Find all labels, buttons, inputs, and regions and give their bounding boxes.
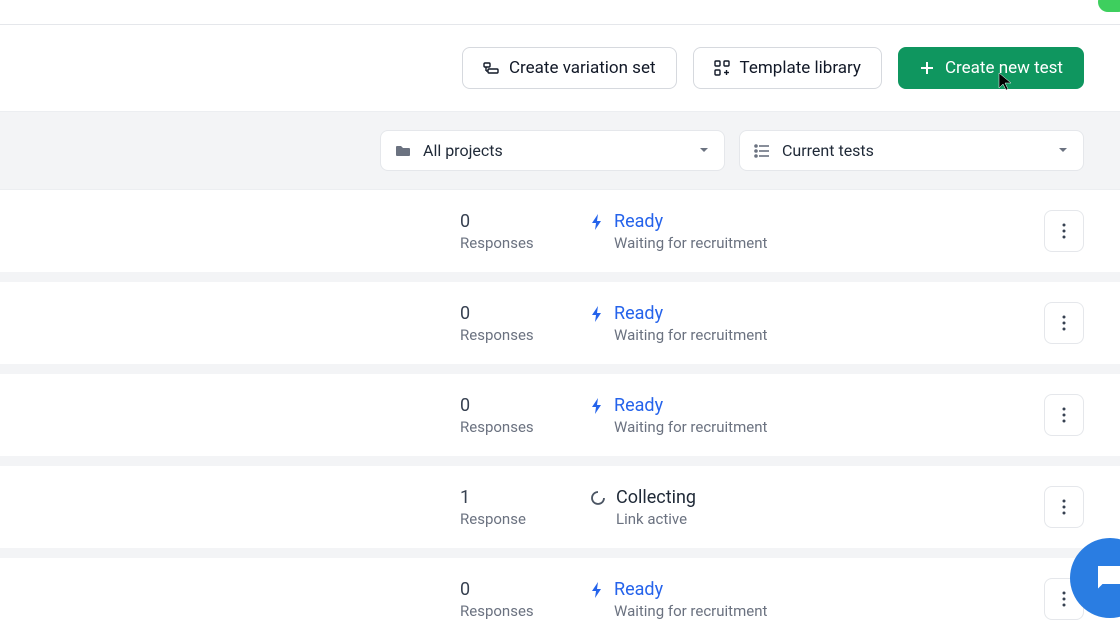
test-row: 0 Responses Ready Waiting for recruitmen…	[0, 374, 1120, 466]
projects-filter-label: All projects	[423, 141, 503, 160]
response-label: Responses	[460, 234, 590, 252]
responses-col: 0 Responses	[460, 211, 590, 252]
response-count: 1	[460, 487, 590, 508]
status-subtitle: Waiting for recruitment	[614, 602, 767, 620]
response-label: Responses	[460, 418, 590, 436]
filter-band: All projects Current tests	[0, 111, 1120, 190]
status-col: Ready Waiting for recruitment	[590, 303, 1044, 344]
create-variation-set-button[interactable]: Create variation set	[462, 47, 677, 89]
status-col: Ready Waiting for recruitment	[590, 579, 1044, 620]
response-count: 0	[460, 579, 590, 600]
response-count: 0	[460, 303, 590, 324]
status-title: Ready	[614, 395, 767, 416]
responses-col: 1 Response	[460, 487, 590, 528]
test-list: 0 Responses Ready Waiting for recruitmen…	[0, 190, 1120, 640]
variation-icon	[483, 60, 499, 76]
response-count: 0	[460, 211, 590, 232]
folder-icon	[395, 143, 411, 159]
view-filter-select[interactable]: Current tests	[739, 130, 1084, 171]
responses-col: 0 Responses	[460, 303, 590, 344]
lightning-icon	[590, 398, 604, 418]
response-label: Responses	[460, 602, 590, 620]
row-actions-button[interactable]	[1044, 486, 1084, 528]
status-subtitle: Link active	[616, 510, 696, 528]
corner-badge	[1098, 0, 1120, 12]
test-row: 0 Responses Ready Waiting for recruitmen…	[0, 282, 1120, 374]
template-library-button[interactable]: Template library	[693, 47, 882, 89]
status-title: Ready	[614, 579, 767, 600]
response-label: Responses	[460, 326, 590, 344]
template-library-label: Template library	[740, 58, 861, 78]
create-variation-set-label: Create variation set	[509, 58, 656, 78]
topbar	[0, 0, 1120, 25]
response-label: Response	[460, 510, 590, 528]
status-subtitle: Waiting for recruitment	[614, 326, 767, 344]
caret-down-icon	[698, 141, 710, 160]
create-new-test-label: Create new test	[945, 58, 1063, 78]
row-actions-button[interactable]	[1044, 394, 1084, 436]
projects-filter-select[interactable]: All projects	[380, 130, 725, 171]
status-title: Collecting	[616, 487, 696, 508]
view-filter-label: Current tests	[782, 141, 874, 160]
create-new-test-button[interactable]: Create new test	[898, 47, 1084, 89]
responses-col: 0 Responses	[460, 395, 590, 436]
status-subtitle: Waiting for recruitment	[614, 234, 767, 252]
responses-col: 0 Responses	[460, 579, 590, 620]
caret-down-icon	[1057, 141, 1069, 160]
list-icon	[754, 143, 770, 159]
row-actions-button[interactable]	[1044, 210, 1084, 252]
response-count: 0	[460, 395, 590, 416]
plus-icon	[919, 60, 935, 76]
status-col: Collecting Link active	[590, 487, 1044, 528]
status-subtitle: Waiting for recruitment	[614, 418, 767, 436]
test-row: 1 Response Collecting Link active	[0, 466, 1120, 558]
actions-row: Create variation set Template library Cr…	[0, 25, 1120, 111]
status-title: Ready	[614, 211, 767, 232]
lightning-icon	[590, 306, 604, 326]
status-title: Ready	[614, 303, 767, 324]
lightning-icon	[590, 214, 604, 234]
status-col: Ready Waiting for recruitment	[590, 395, 1044, 436]
test-row: 0 Responses Ready Waiting for recruitmen…	[0, 190, 1120, 282]
lightning-icon	[590, 582, 604, 602]
spinner-icon	[590, 490, 606, 510]
template-icon	[714, 60, 730, 76]
status-col: Ready Waiting for recruitment	[590, 211, 1044, 252]
row-actions-button[interactable]	[1044, 302, 1084, 344]
